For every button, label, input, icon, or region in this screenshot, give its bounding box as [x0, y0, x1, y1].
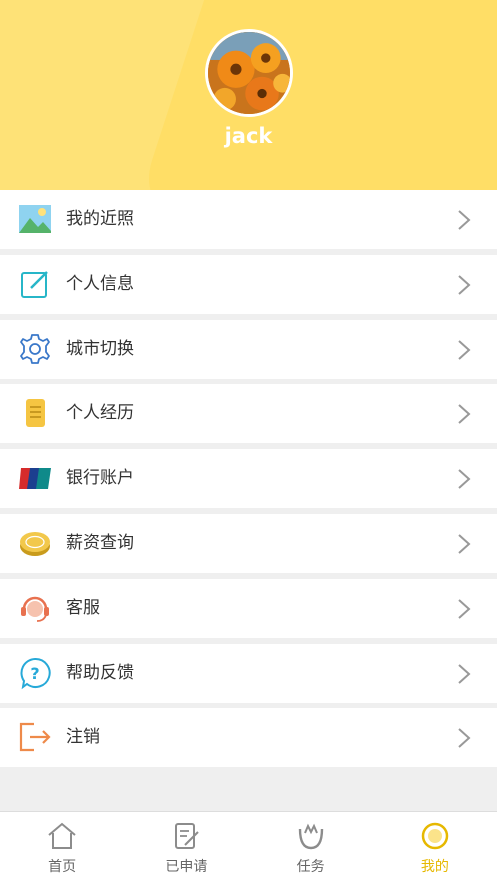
tab-label: 我的	[420, 859, 449, 875]
menu-item-recent-photo[interactable]: 我的近照	[0, 190, 497, 249]
menu-list: 我的近照 个人信息 城市切换 个人经历 银行账户 薪资查询 客服 ? 帮助反馈 …	[0, 190, 497, 773]
document-icon	[18, 396, 52, 430]
landscape-photo-icon	[18, 202, 52, 236]
menu-item-label: 薪资查询	[66, 532, 134, 553]
menu-item-label: 城市切换	[66, 338, 134, 359]
menu-item-bank-account[interactable]: 银行账户	[0, 449, 497, 509]
chevron-right-icon	[456, 663, 472, 685]
chevron-right-icon	[456, 403, 472, 425]
headset-icon	[18, 591, 52, 625]
menu-item-logout[interactable]: 注销	[0, 708, 497, 768]
svg-text:?: ?	[30, 664, 39, 683]
gear-icon	[18, 332, 52, 366]
chevron-right-icon	[456, 274, 472, 296]
profile-icon	[420, 821, 450, 851]
menu-item-label: 个人经历	[66, 403, 134, 424]
menu-item-salary-query[interactable]: 薪资查询	[0, 513, 497, 573]
logout-icon	[18, 720, 52, 754]
tab-applied[interactable]: 已申请	[124, 812, 248, 883]
header-decoration	[132, 0, 497, 190]
menu-item-label: 个人信息	[66, 273, 134, 294]
help-bubble-icon: ?	[18, 656, 52, 690]
task-icon	[296, 821, 326, 851]
edit-note-icon	[18, 267, 52, 301]
coin-icon	[18, 526, 52, 560]
unionpay-card-icon	[18, 461, 52, 495]
tab-task[interactable]: 任务	[249, 812, 373, 883]
tab-label: 已申请	[165, 859, 208, 875]
menu-item-experience[interactable]: 个人经历	[0, 384, 497, 444]
tab-label: 任务	[296, 859, 325, 875]
username: jack	[224, 124, 273, 148]
tab-label: 首页	[48, 859, 77, 875]
chevron-right-icon	[456, 468, 472, 490]
menu-item-label: 帮助反馈	[66, 662, 134, 683]
profile-page: jack 我的近照 个人信息 城市切换 个人经历 银行账户 薪资查询 客服 ? …	[0, 0, 497, 883]
chevron-right-icon	[456, 598, 472, 620]
home-icon	[47, 821, 77, 851]
chevron-right-icon	[456, 533, 472, 555]
menu-item-label: 客服	[66, 597, 100, 618]
profile-header: jack	[0, 0, 497, 190]
menu-item-label: 注销	[66, 727, 100, 748]
menu-item-help-feedback[interactable]: ? 帮助反馈	[0, 643, 497, 703]
chevron-right-icon	[456, 209, 472, 231]
chevron-right-icon	[456, 339, 472, 361]
bottom-tab-bar: 首页 已申请 任务 我的	[0, 811, 497, 883]
menu-item-label: 我的近照	[66, 209, 134, 229]
chevron-right-icon	[456, 727, 472, 749]
tab-mine[interactable]: 我的	[373, 812, 497, 883]
avatar[interactable]	[205, 29, 293, 117]
menu-item-personal-info[interactable]: 个人信息	[0, 254, 497, 314]
applied-icon	[171, 821, 201, 851]
menu-item-customer-service[interactable]: 客服	[0, 578, 497, 638]
tab-home[interactable]: 首页	[0, 812, 124, 883]
menu-item-label: 银行账户	[66, 468, 134, 489]
menu-item-city-switch[interactable]: 城市切换	[0, 319, 497, 379]
flower-photo	[208, 32, 290, 114]
